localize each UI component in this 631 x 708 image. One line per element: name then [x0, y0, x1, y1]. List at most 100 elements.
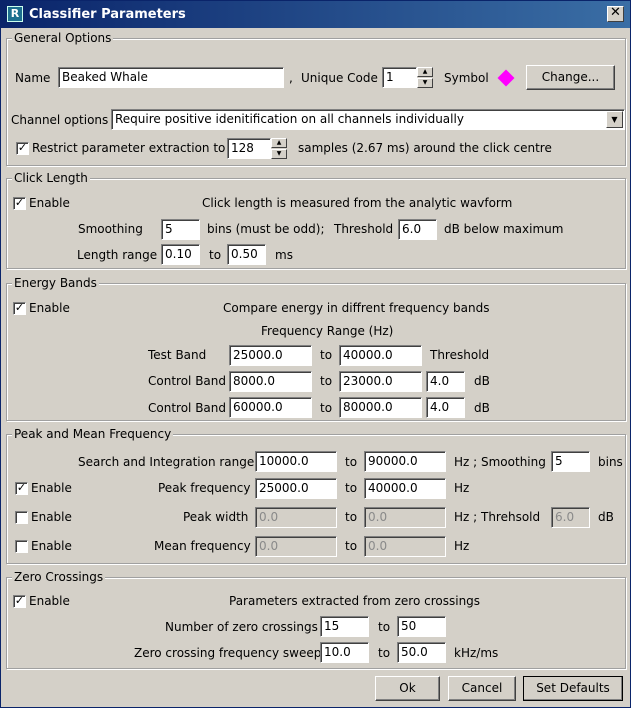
bins-note: bins (must be odd); [207, 222, 325, 236]
spinner-down-icon[interactable]: ▼ [417, 78, 433, 88]
restrict-samples-spinner[interactable]: ▲ ▼ [271, 138, 287, 159]
to-label: to [378, 620, 391, 634]
peak-width-enable-label: Enable [31, 510, 72, 524]
click-length-description: Click length is measured from the analyt… [202, 196, 513, 210]
zero-crossings-min-field[interactable]: 15 [320, 616, 369, 637]
control-band-2-high-field[interactable]: 80000.0 [339, 397, 422, 418]
to-label: to [378, 646, 391, 660]
db-unit: dB [474, 374, 490, 388]
close-icon[interactable]: ✕ [607, 6, 624, 22]
energy-bands-description: Compare energy in diffrent frequency ban… [223, 301, 490, 315]
peak-width-label: Peak width [183, 510, 249, 524]
restrict-extraction-label: Restrict parameter extraction to [32, 141, 226, 155]
change-symbol-button[interactable]: Change... [526, 65, 615, 90]
unique-code-spinner[interactable]: ▲ ▼ [417, 67, 433, 88]
click-length-enable-label: Enable [29, 196, 70, 210]
sweep-unit: kHz/ms [454, 646, 499, 660]
control-band-1-low-field[interactable]: 8000.0 [229, 371, 312, 392]
threshold-field[interactable]: 6.0 [398, 219, 437, 240]
to-label: to [320, 401, 333, 415]
control-band-2-threshold-field[interactable]: 4.0 [426, 397, 465, 418]
ok-button[interactable]: Ok [375, 676, 440, 701]
length-unit: ms [275, 248, 293, 262]
control-band-2-low-field[interactable]: 60000.0 [229, 397, 312, 418]
to-label: to [320, 374, 333, 388]
peak-frequency-enable-label: Enable [31, 481, 72, 495]
zero-crossings-enable-label: Enable [29, 594, 70, 608]
channel-options-select[interactable]: Require positive idenitification on all … [111, 109, 625, 130]
mean-frequency-high-field[interactable]: 0.0 [364, 536, 446, 557]
cancel-button[interactable]: Cancel [448, 676, 516, 701]
to-label: to [345, 455, 358, 469]
length-min-field[interactable]: 0.10 [161, 244, 200, 265]
mean-frequency-enable-label: Enable [31, 539, 72, 553]
control-band-1-high-field[interactable]: 23000.0 [339, 371, 422, 392]
zero-crossings-enable-checkbox[interactable]: ✓ [13, 595, 26, 608]
mean-frequency-label: Mean frequency [154, 539, 251, 553]
peak-frequency-label: Peak frequency [158, 481, 251, 495]
peak-width-threshold-field[interactable]: 6.0 [551, 507, 590, 528]
click-length-enable-checkbox[interactable]: ✓ [13, 197, 26, 210]
click-length-group: Click Length ✓ Enable Click length is me… [6, 171, 626, 269]
energy-bands-enable-label: Enable [29, 301, 70, 315]
peak-frequency-low-field[interactable]: 25000.0 [255, 478, 337, 499]
restrict-samples-field[interactable]: 128 [227, 138, 271, 159]
app-icon: R [7, 6, 23, 22]
unique-code-label: Unique Code [301, 71, 378, 85]
peak-width-low-field[interactable]: 0.0 [255, 507, 337, 528]
db-unit: dB [474, 401, 490, 415]
peak-width-enable-checkbox[interactable] [15, 511, 28, 524]
general-options-legend: General Options [12, 31, 114, 45]
unique-code-field[interactable]: 1 [382, 67, 417, 88]
search-low-field[interactable]: 10000.0 [255, 451, 337, 472]
peak-mean-frequency-group: Peak and Mean Frequency Search and Integ… [6, 427, 626, 564]
zero-crossings-description: Parameters extracted from zero crossings [229, 594, 481, 608]
db-unit: dB [598, 510, 614, 524]
energy-bands-legend: Energy Bands [12, 276, 99, 290]
peak-smoothing-field[interactable]: 5 [551, 451, 590, 472]
hz-unit: Hz [454, 481, 470, 495]
frequency-sweep-label: Zero crossing frequency sweep [134, 646, 322, 660]
length-max-field[interactable]: 0.50 [227, 244, 266, 265]
sweep-max-field[interactable]: 50.0 [397, 642, 446, 663]
test-band-low-field[interactable]: 25000.0 [229, 345, 312, 366]
comma-separator: , [289, 71, 293, 85]
energy-bands-group: Energy Bands ✓ Enable Compare energy in … [6, 276, 626, 421]
energy-bands-enable-checkbox[interactable]: ✓ [13, 302, 26, 315]
spinner-up-icon[interactable]: ▲ [417, 67, 433, 77]
channel-options-label: Channel options [11, 113, 109, 127]
channel-options-value: Require positive idenitification on all … [115, 112, 464, 126]
threshold-suffix: dB below maximum [444, 222, 564, 236]
zero-crossings-count-label: Number of zero crossings [165, 620, 318, 634]
title-bar[interactable]: R Classifier Parameters ✕ [1, 1, 630, 28]
name-label: Name [15, 71, 51, 85]
restrict-extraction-checkbox[interactable]: ✓ [16, 142, 29, 155]
sweep-min-field[interactable]: 10.0 [320, 642, 369, 663]
set-defaults-button[interactable]: Set Defaults [523, 676, 623, 701]
symbol-diamond-icon [497, 69, 515, 87]
general-options-group: General Options Name Beaked Whale , Uniq… [6, 31, 626, 166]
zero-crossings-legend: Zero Crossings [12, 570, 106, 584]
mean-frequency-enable-checkbox[interactable] [15, 540, 28, 553]
to-label: to [320, 348, 333, 362]
mean-frequency-low-field[interactable]: 0.0 [255, 536, 337, 557]
click-length-legend: Click Length [12, 171, 90, 185]
search-high-field[interactable]: 90000.0 [364, 451, 446, 472]
to-label: to [345, 510, 358, 524]
test-band-high-field[interactable]: 40000.0 [339, 345, 422, 366]
dropdown-arrow-icon[interactable]: ▼ [606, 111, 623, 128]
zero-crossings-max-field[interactable]: 50 [397, 616, 446, 637]
smoothing-field[interactable]: 5 [161, 219, 200, 240]
control-band-1-threshold-field[interactable]: 4.0 [426, 371, 465, 392]
peak-frequency-high-field[interactable]: 40000.0 [364, 478, 446, 499]
smoothing-label: Smoothing [78, 222, 143, 236]
peak-frequency-enable-checkbox[interactable]: ✓ [15, 482, 28, 495]
symbol-label: Symbol [444, 71, 489, 85]
spinner-down-icon[interactable]: ▼ [271, 149, 287, 159]
name-field[interactable]: Beaked Whale [58, 67, 284, 88]
peak-width-high-field[interactable]: 0.0 [364, 507, 446, 528]
zero-crossings-group: Zero Crossings ✓ Enable Parameters extra… [6, 570, 626, 669]
to-label: to [345, 481, 358, 495]
spinner-up-icon[interactable]: ▲ [271, 138, 287, 148]
hz-threshold-label: Hz ; Threhsold [454, 510, 541, 524]
